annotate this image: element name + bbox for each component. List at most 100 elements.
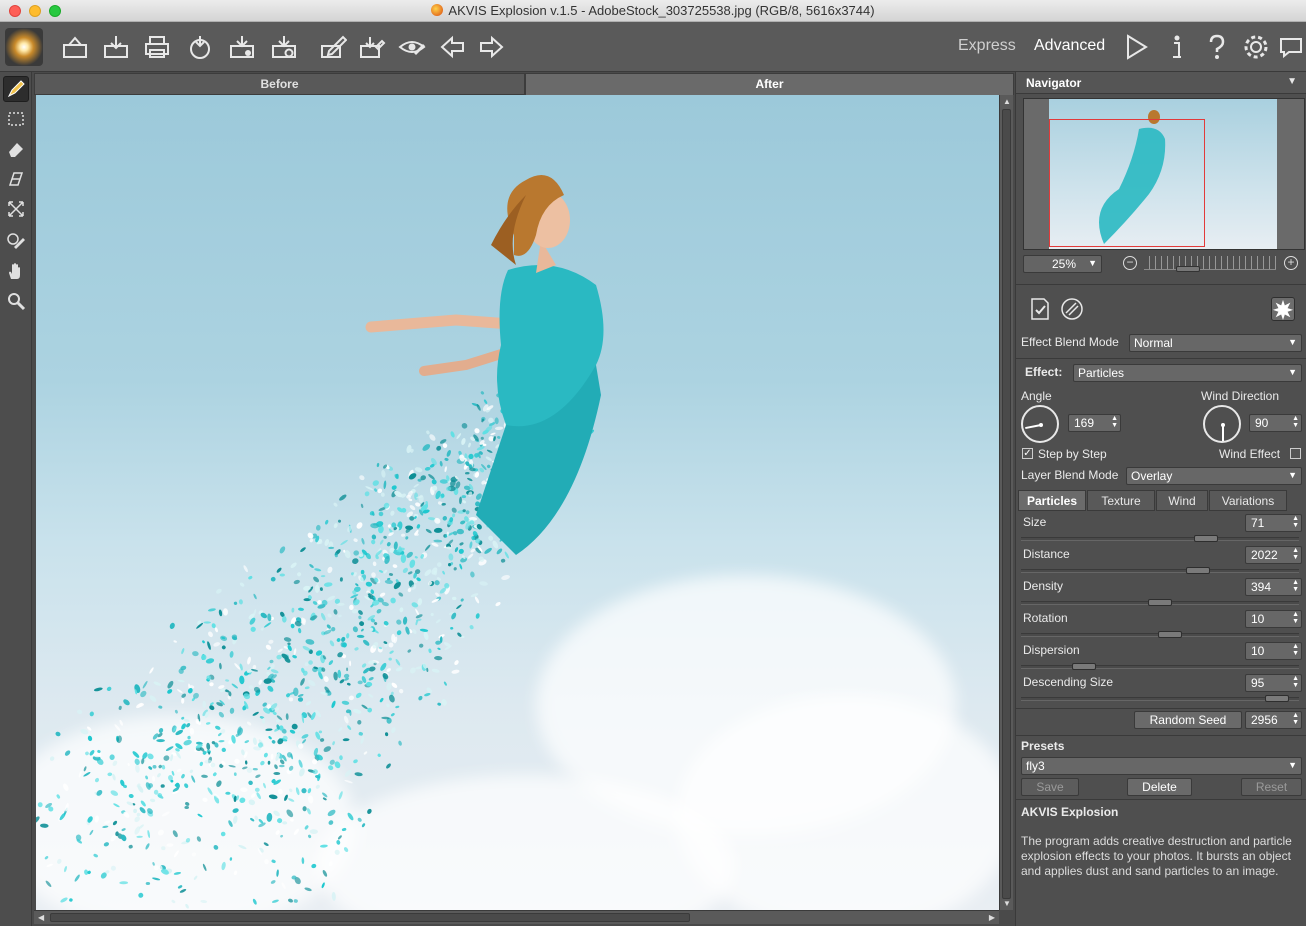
zoom-level-select[interactable]: 25% ▼ — [1023, 255, 1102, 273]
slider-thumb[interactable] — [1072, 663, 1096, 670]
wind-direction-dial[interactable] — [1203, 405, 1241, 443]
lasso-icon[interactable] — [3, 106, 29, 132]
param-field-rotation[interactable]: 10 ▲ ▼ — [1245, 610, 1302, 628]
save-preset-button[interactable]: Save — [1021, 778, 1079, 796]
random-seed-field[interactable]: 2956 ▲ ▼ — [1245, 711, 1302, 729]
info-icon[interactable] — [1162, 32, 1192, 62]
save-image-icon[interactable] — [101, 32, 131, 62]
navigator-viewport-frame[interactable] — [1049, 119, 1205, 247]
advanced-mode-button[interactable]: Advanced — [1034, 37, 1105, 55]
stepper-arrows-icon[interactable]: ▲ ▼ — [1111, 415, 1118, 429]
horizontal-scroll-thumb[interactable] — [50, 913, 690, 922]
param-field-descending-size[interactable]: 95 ▲ ▼ — [1245, 674, 1302, 692]
tab-variations[interactable]: Variations — [1209, 490, 1287, 511]
vertical-scrollbar[interactable]: ▲ ▼ — [999, 95, 1013, 910]
reset-effect-icon[interactable] — [1060, 297, 1084, 321]
tab-particles[interactable]: Particles — [1018, 490, 1086, 511]
effect-select[interactable]: Particles ▼ — [1073, 364, 1302, 382]
param-field-distance[interactable]: 2022 ▲ ▼ — [1245, 546, 1302, 564]
param-field-dispersion[interactable]: 10 ▲ ▼ — [1245, 642, 1302, 660]
tooltips-icon[interactable] — [1276, 32, 1306, 62]
eraser-icon[interactable] — [3, 136, 29, 162]
wind-direction-field[interactable]: 90 ▲ ▼ — [1249, 414, 1302, 432]
param-slider-rotation[interactable] — [1021, 631, 1299, 638]
layer-blend-mode-select[interactable]: Overlay ▼ — [1126, 467, 1302, 485]
effect-blend-mode-label: Effect Blend Mode — [1021, 335, 1119, 349]
stepper-arrows-icon[interactable]: ▲ ▼ — [1292, 515, 1299, 529]
presets-select[interactable]: fly3 ▼ — [1021, 757, 1302, 775]
param-value: 71 — [1251, 516, 1265, 530]
stepper-arrows-icon[interactable]: ▲ ▼ — [1292, 643, 1299, 657]
slider-thumb[interactable] — [1158, 631, 1182, 638]
angle-dial[interactable] — [1021, 405, 1059, 443]
zoom-slider[interactable] — [1144, 256, 1276, 270]
stepper-arrows-icon[interactable]: ▲ ▼ — [1292, 415, 1299, 429]
chevron-down-icon: ▼ — [1288, 337, 1297, 347]
param-slider-density[interactable] — [1021, 599, 1299, 606]
transform-icon[interactable] — [3, 196, 29, 222]
tab-wind[interactable]: Wind — [1156, 490, 1208, 511]
open-image-icon[interactable] — [60, 32, 90, 62]
effect-blend-mode-select[interactable]: Normal ▼ — [1129, 334, 1302, 352]
delete-preset-button[interactable]: Delete — [1127, 778, 1192, 796]
stepper-arrows-icon[interactable]: ▲ ▼ — [1292, 675, 1299, 689]
param-slider-descending-size[interactable] — [1021, 695, 1299, 702]
param-slider-dispersion[interactable] — [1021, 663, 1299, 670]
load-strokes-icon[interactable] — [318, 32, 348, 62]
slider-thumb[interactable] — [1194, 535, 1218, 542]
window-title: AKVIS Explosion v.1.5 - AdobeStock_30372… — [448, 3, 875, 18]
zoom-out-icon[interactable]: − — [1123, 256, 1137, 270]
selection-brush-icon[interactable] — [3, 76, 29, 102]
zoom-in-icon[interactable]: + — [1284, 256, 1298, 270]
tab-after[interactable]: After — [525, 73, 1014, 95]
undo-icon[interactable] — [437, 32, 467, 62]
param-slider-distance[interactable] — [1021, 567, 1299, 574]
tab-texture[interactable]: Texture — [1087, 490, 1155, 511]
vertical-scroll-thumb[interactable] — [1002, 109, 1011, 899]
run-icon[interactable] — [1121, 32, 1151, 62]
zoom-icon[interactable] — [3, 288, 29, 314]
direction-icon[interactable] — [3, 166, 29, 192]
param-field-size[interactable]: 71 ▲ ▼ — [1245, 514, 1302, 532]
explosion-effect-icon[interactable] — [1271, 297, 1295, 321]
chevron-down-icon[interactable]: ▼ — [1287, 76, 1297, 87]
slider-thumb[interactable] — [1265, 695, 1289, 702]
param-value: 394 — [1251, 580, 1272, 594]
slider-thumb[interactable] — [1186, 567, 1210, 574]
print-icon[interactable] — [142, 32, 172, 62]
save-strokes-icon[interactable] — [357, 32, 387, 62]
batch-processing-icon[interactable] — [227, 32, 257, 62]
step-by-step-checkbox[interactable]: ✓ — [1022, 448, 1033, 459]
reset-preset-button[interactable]: Reset — [1241, 778, 1302, 796]
param-value: 10 — [1251, 612, 1265, 626]
share-icon[interactable] — [185, 32, 215, 62]
stepper-arrows-icon[interactable]: ▲ ▼ — [1292, 611, 1299, 625]
stepper-arrows-icon[interactable]: ▲ ▼ — [1292, 547, 1299, 561]
help-icon[interactable] — [1202, 32, 1232, 62]
navigator-preview[interactable] — [1023, 98, 1305, 250]
param-label-rotation: Rotation — [1023, 611, 1068, 625]
zoom-slider-thumb[interactable] — [1176, 266, 1200, 272]
preferences-export-icon[interactable] — [269, 32, 299, 62]
hand-icon[interactable] — [3, 258, 29, 284]
stepper-arrows-icon[interactable]: ▲ ▼ — [1292, 579, 1299, 593]
angle-field[interactable]: 169 ▲ ▼ — [1068, 414, 1121, 432]
redo-icon[interactable] — [477, 32, 507, 62]
slider-thumb[interactable] — [1148, 599, 1172, 606]
param-slider-size[interactable] — [1021, 535, 1299, 542]
horizontal-scrollbar[interactable]: ◀ ▶ — [34, 910, 999, 924]
history-brush-icon[interactable] — [3, 228, 29, 254]
stepper-arrows-icon[interactable]: ▲ ▼ — [1292, 712, 1299, 726]
express-mode-button[interactable]: Express — [958, 37, 1016, 55]
tab-before[interactable]: Before — [34, 73, 525, 95]
settings-gear-icon[interactable] — [1241, 32, 1271, 62]
show-strokes-icon[interactable] — [397, 32, 427, 62]
image-canvas[interactable] — [36, 95, 999, 910]
explosion-logo-icon[interactable] — [5, 28, 43, 66]
navigator-header[interactable]: Navigator ▼ — [1016, 72, 1306, 94]
param-field-density[interactable]: 394 ▲ ▼ — [1245, 578, 1302, 596]
random-seed-button[interactable]: Random Seed — [1134, 711, 1242, 729]
wind-effect-checkbox[interactable] — [1290, 448, 1301, 459]
apply-settings-icon[interactable] — [1028, 297, 1052, 321]
angle-label: Angle — [1021, 389, 1052, 403]
